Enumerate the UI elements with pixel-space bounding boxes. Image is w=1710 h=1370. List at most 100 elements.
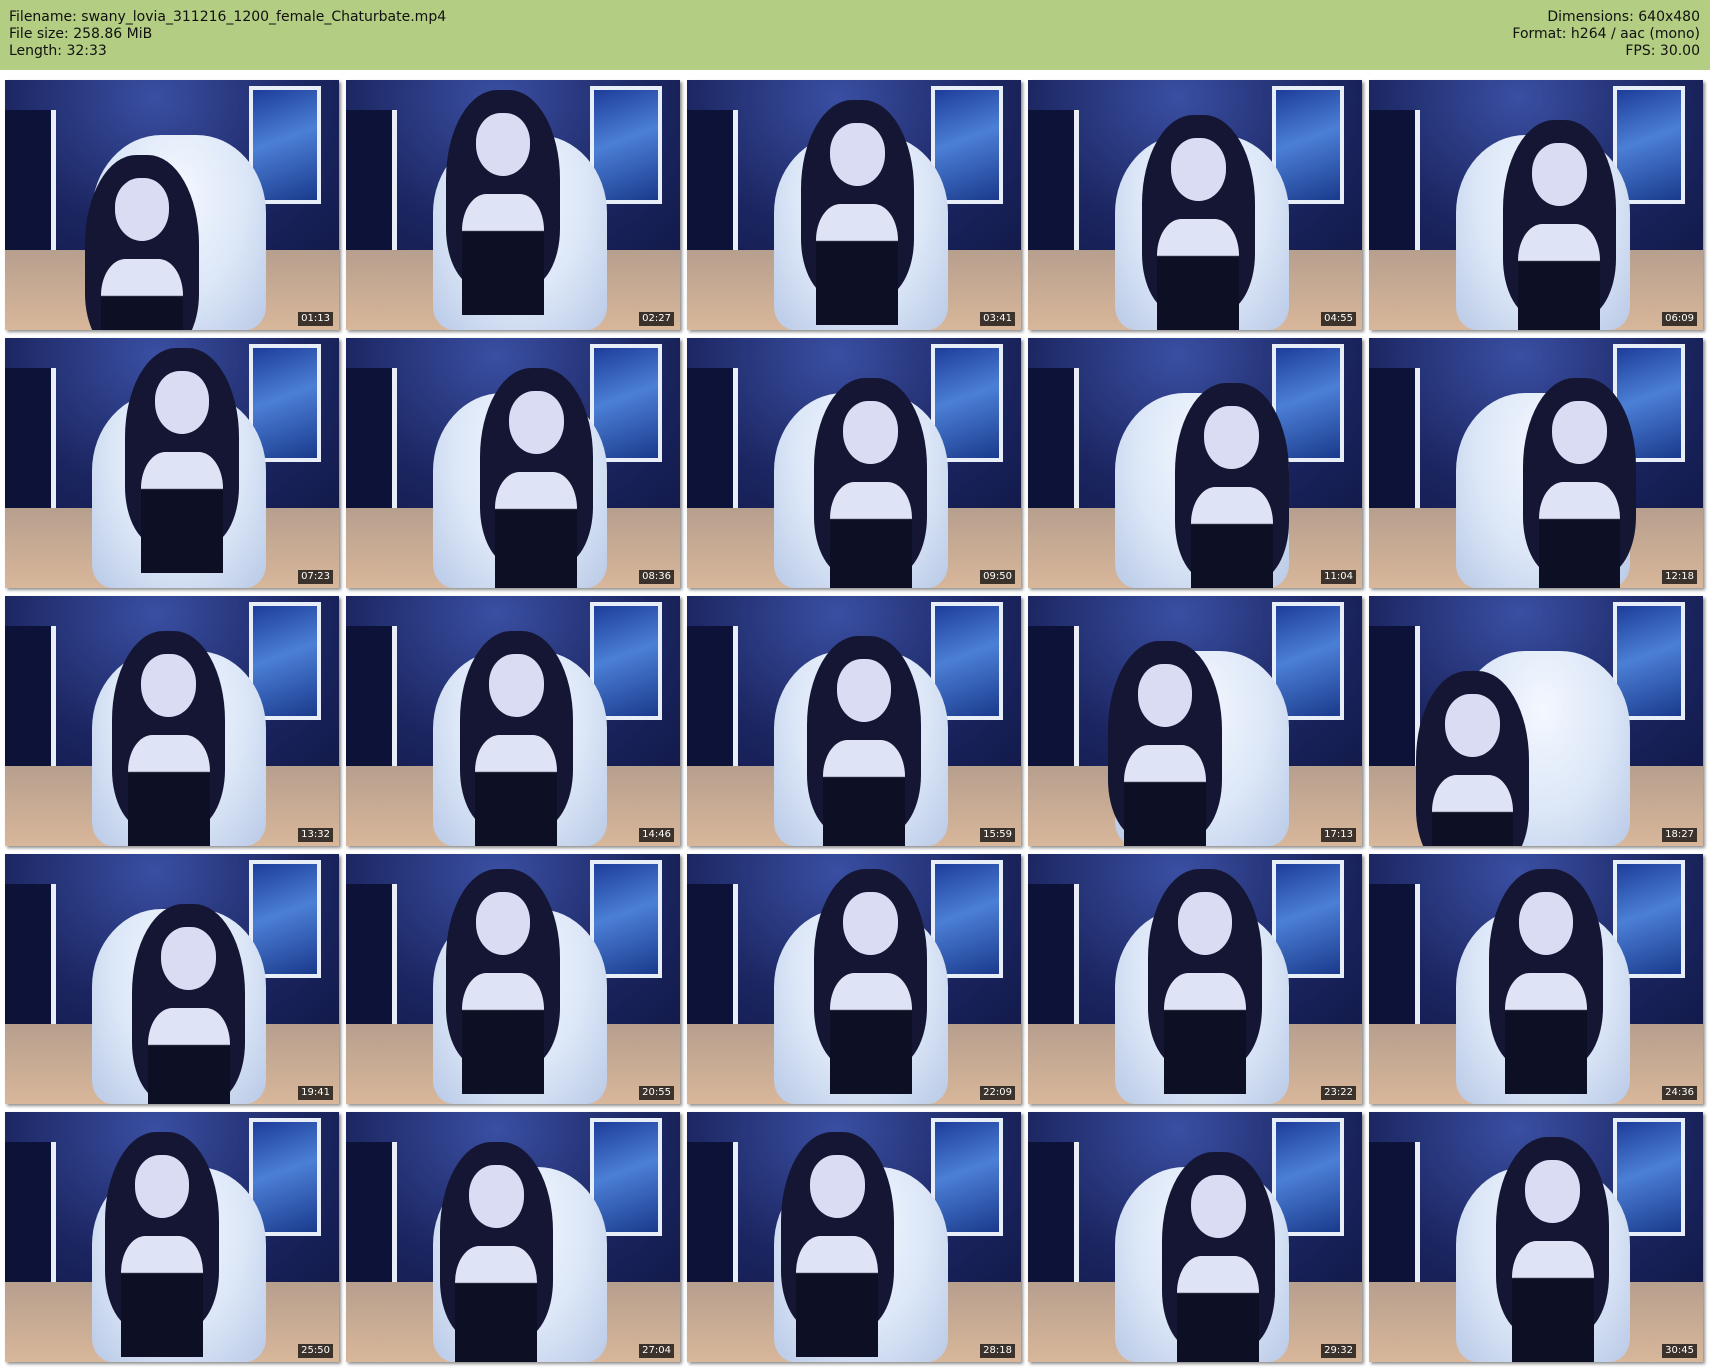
body <box>1538 481 1621 588</box>
face <box>1171 137 1226 201</box>
face <box>475 112 531 176</box>
person-figure <box>85 155 199 330</box>
body <box>1177 1255 1260 1362</box>
video-thumbnail: 20:55 <box>346 854 680 1104</box>
video-thumbnail: 22:09 <box>687 854 1021 1104</box>
face <box>154 370 210 434</box>
wall-screen <box>346 1142 397 1292</box>
wall-screen <box>687 1142 738 1292</box>
wall-screen <box>346 368 397 518</box>
timestamp-label: 17:13 <box>1321 828 1356 842</box>
face <box>1445 693 1500 757</box>
body <box>829 481 912 588</box>
body <box>1190 486 1273 588</box>
video-thumbnail: 12:18 <box>1369 338 1703 588</box>
person-figure <box>813 378 928 588</box>
file-info-right: Dimensions: 640x480 Format: h264 / aac (… <box>1512 9 1700 60</box>
body <box>121 1235 203 1357</box>
video-thumbnail: 17:13 <box>1028 596 1362 846</box>
face <box>1177 891 1233 955</box>
timestamp-label: 29:32 <box>1321 1344 1356 1358</box>
face <box>830 122 885 186</box>
wall-screen <box>346 626 397 776</box>
person-figure <box>780 1132 895 1357</box>
timestamp-label: 15:59 <box>980 828 1015 842</box>
wall-screen <box>687 626 738 776</box>
file-info-left: Filename: swany_lovia_311216_1200_female… <box>9 9 446 60</box>
video-thumbnail: 19:41 <box>5 854 339 1104</box>
person-figure <box>105 1132 219 1357</box>
video-thumbnail: 24:36 <box>1369 854 1703 1104</box>
length-label: Length: 32:33 <box>9 43 107 59</box>
wall-screen <box>5 626 56 776</box>
wall-screen <box>346 884 397 1034</box>
timestamp-label: 01:13 <box>298 312 333 326</box>
wall-screen <box>5 368 56 518</box>
face <box>475 891 531 955</box>
wall-screen <box>1028 884 1079 1034</box>
video-thumbnail: 13:32 <box>5 596 339 846</box>
body <box>1431 774 1514 846</box>
timestamp-label: 25:50 <box>298 1344 333 1358</box>
body <box>141 451 223 573</box>
body <box>1124 744 1206 846</box>
wall-screen <box>1369 884 1420 1034</box>
person-figure <box>1495 1137 1610 1362</box>
wall-screen <box>5 110 56 260</box>
person-figure <box>1415 671 1530 846</box>
video-thumbnail: 30:45 <box>1369 1112 1703 1362</box>
body <box>1164 972 1246 1094</box>
video-thumbnail: 02:27 <box>346 80 680 330</box>
face <box>134 1154 190 1218</box>
wall-screen <box>1369 110 1420 260</box>
body <box>1518 223 1601 330</box>
video-thumbnail: 06:09 <box>1369 80 1703 330</box>
body <box>796 1235 879 1357</box>
body <box>816 203 899 325</box>
wall-screen <box>5 884 56 1034</box>
wall-screen <box>1028 368 1079 518</box>
face <box>1518 891 1574 955</box>
body <box>495 471 578 588</box>
person-figure <box>807 636 921 846</box>
person-figure <box>125 348 239 573</box>
video-thumbnail: 01:13 <box>5 80 339 330</box>
timestamp-label: 14:46 <box>639 828 674 842</box>
face <box>489 653 544 717</box>
body <box>462 193 544 315</box>
face <box>836 658 892 722</box>
person-figure <box>1174 383 1289 588</box>
face <box>1532 142 1587 206</box>
video-thumbnail: 25:50 <box>5 1112 339 1362</box>
face <box>469 1164 524 1228</box>
face <box>1191 1174 1246 1238</box>
face <box>1525 1159 1580 1223</box>
fps-label: FPS: 30.00 <box>1625 43 1700 59</box>
video-thumbnail: 08:36 <box>346 338 680 588</box>
timestamp-label: 19:41 <box>298 1086 333 1100</box>
format-label: Format: h264 / aac (mono) <box>1512 26 1700 42</box>
timestamp-label: 07:23 <box>298 570 333 584</box>
video-thumbnail: 14:46 <box>346 596 680 846</box>
person-figure <box>446 90 560 315</box>
video-thumbnail: 03:41 <box>687 80 1021 330</box>
video-thumbnail: 27:04 <box>346 1112 680 1362</box>
wall-screen <box>1369 626 1420 776</box>
wall-screen <box>346 110 397 260</box>
wall-screen <box>687 884 738 1034</box>
body <box>101 258 183 330</box>
face <box>1552 400 1607 464</box>
thumbnail-grid: 01:13 02:27 03:41 04:55 06:09 07:23 08:36 09:50… <box>5 80 1703 1362</box>
video-thumbnail: 07:23 <box>5 338 339 588</box>
body <box>829 972 912 1094</box>
timestamp-label: 02:27 <box>639 312 674 326</box>
person-figure <box>446 869 560 1094</box>
person-figure <box>1502 120 1617 330</box>
face <box>1204 405 1259 469</box>
wall-screen <box>687 368 738 518</box>
body <box>462 972 544 1094</box>
face <box>843 891 898 955</box>
dimensions-label: Dimensions: 640x480 <box>1547 9 1700 25</box>
timestamp-label: 12:18 <box>1662 570 1697 584</box>
face <box>1137 663 1193 727</box>
